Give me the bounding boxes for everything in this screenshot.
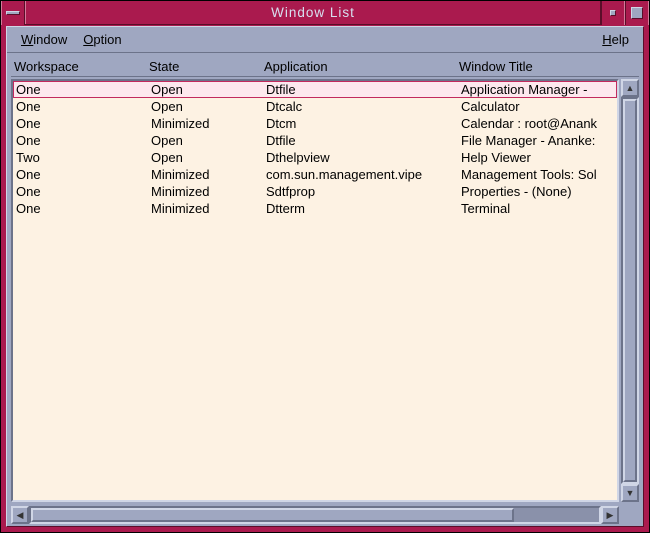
window-frame: Window List Window Option Help Workspace… [0,0,650,533]
cell-state: Minimized [151,201,266,216]
cell-state: Minimized [151,184,266,199]
table-row[interactable]: OneMinimizedDttermTerminal [13,200,617,217]
cell-window-title: File Manager - Ananke: [461,133,617,148]
cell-window-title: Help Viewer [461,150,617,165]
cell-workspace: One [16,99,151,114]
client-area: Window Option Help Workspace State Appli… [6,26,644,527]
cell-application: com.sun.management.vipe [266,167,461,182]
header-workspace[interactable]: Workspace [14,59,149,74]
cell-application: Dtfile [266,82,461,97]
arrow-up-icon [626,83,635,93]
scroll-right-button[interactable] [601,506,619,524]
table-row[interactable]: OneOpenDtfileFile Manager - Ananke: [13,132,617,149]
menu-window[interactable]: Window [13,29,75,50]
scroll-down-button[interactable] [621,484,639,502]
cell-workspace: Two [16,150,151,165]
cell-window-title: Calendar : root@Anank [461,116,617,131]
cell-application: Dtfile [266,133,461,148]
vscroll-thumb[interactable] [623,99,637,482]
cell-workspace: One [16,82,151,97]
header-application[interactable]: Application [264,59,459,74]
cell-window-title: Terminal [461,201,617,216]
cell-state: Minimized [151,116,266,131]
hscroll-track[interactable] [29,506,601,524]
cell-application: Dthelpview [266,150,461,165]
cell-application: Dtcalc [266,99,461,114]
cell-workspace: One [16,133,151,148]
cell-state: Open [151,150,266,165]
cell-window-title: Properties - (None) [461,184,617,199]
table-row[interactable]: OneOpenDtfileApplication Manager - [13,81,617,98]
cell-state: Open [151,133,266,148]
cell-workspace: One [16,201,151,216]
arrow-down-icon [626,488,635,498]
cell-workspace: One [16,184,151,199]
header-state[interactable]: State [149,59,264,74]
column-headers: Workspace State Application Window Title [11,57,639,77]
hscroll-thumb[interactable] [31,508,514,522]
vscroll-track[interactable] [621,97,639,484]
maximize-button[interactable] [625,1,649,25]
cell-workspace: One [16,167,151,182]
menu-help[interactable]: Help [594,29,637,50]
cell-workspace: One [16,116,151,131]
cell-window-title: Management Tools: Sol [461,167,617,182]
menu-option[interactable]: Option [75,29,129,50]
cell-application: Dtcm [266,116,461,131]
table-row[interactable]: OneOpenDtcalcCalculator [13,98,617,115]
cell-application: Sdtfprop [266,184,461,199]
window-title: Window List [25,1,601,24]
header-window-title[interactable]: Window Title [459,59,639,74]
arrow-right-icon [607,510,614,521]
arrow-left-icon [17,510,24,521]
cell-state: Open [151,99,266,114]
vertical-scrollbar[interactable] [621,79,639,502]
cell-application: Dtterm [266,201,461,216]
table-row[interactable]: OneMinimizedSdtfpropProperties - (None) [13,183,617,200]
window-list[interactable]: OneOpenDtfileApplication Manager -OneOpe… [11,79,619,502]
cell-state: Open [151,82,266,97]
minimize-button[interactable] [601,1,625,25]
table-row[interactable]: TwoOpenDthelpviewHelp Viewer [13,149,617,166]
cell-window-title: Application Manager - [461,82,617,97]
cell-state: Minimized [151,167,266,182]
table-row[interactable]: OneMinimizedcom.sun.management.vipeManag… [13,166,617,183]
menubar: Window Option Help [7,27,643,53]
content-area: Workspace State Application Window Title… [7,53,643,526]
scroll-up-button[interactable] [621,79,639,97]
cell-window-title: Calculator [461,99,617,114]
scroll-left-button[interactable] [11,506,29,524]
horizontal-scrollbar[interactable] [11,506,619,524]
window-menu-button[interactable] [1,1,25,25]
titlebar[interactable]: Window List [1,1,649,25]
table-row[interactable]: OneMinimizedDtcmCalendar : root@Anank [13,115,617,132]
